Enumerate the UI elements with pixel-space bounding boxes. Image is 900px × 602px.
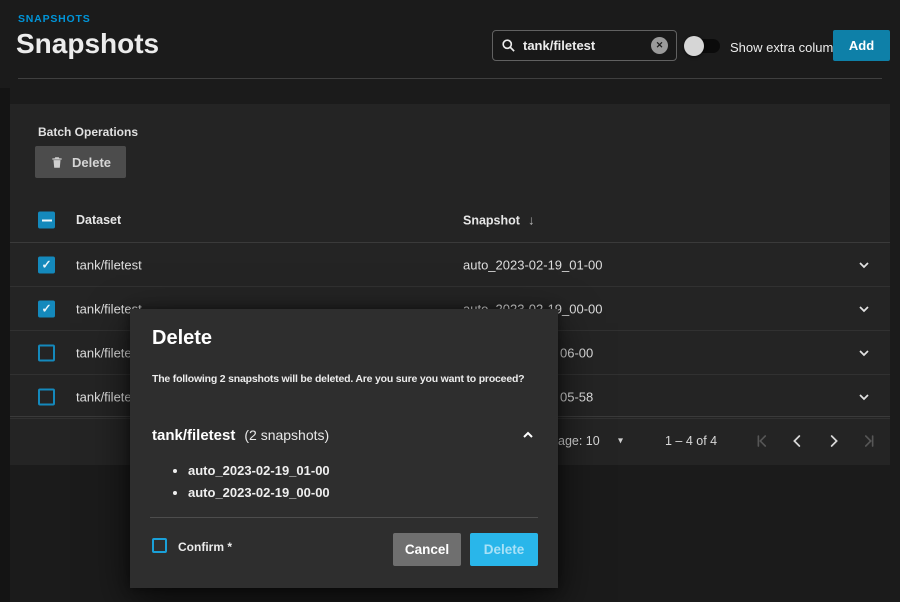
- table-row[interactable]: ✓ tank/filetest auto_2023-02-19_01-00: [10, 243, 890, 287]
- paginator-range-label: 1 – 4 of 4: [665, 434, 717, 448]
- toggle-thumb[interactable]: [684, 36, 704, 56]
- chevron-up-icon[interactable]: [520, 427, 536, 443]
- column-header-dataset[interactable]: Dataset: [76, 213, 121, 227]
- items-per-page-label: age: 10: [558, 434, 600, 448]
- trash-icon: [50, 155, 64, 170]
- column-header-snapshot[interactable]: Snapshot ↓: [463, 213, 534, 228]
- select-all-checkbox[interactable]: [38, 212, 55, 229]
- show-extra-columns-label: Show extra columns: [730, 40, 847, 55]
- left-edge-strip: [0, 88, 10, 602]
- chevron-down-icon[interactable]: [856, 257, 872, 273]
- check-icon: ✓: [41, 303, 51, 315]
- breadcrumb[interactable]: SNAPSHOTS: [18, 13, 91, 25]
- snapshot-list-item: auto_2023-02-19_00-00: [188, 482, 330, 504]
- search-box[interactable]: ✕: [492, 30, 677, 61]
- page-title: Snapshots: [16, 28, 159, 60]
- items-per-page-caret-icon[interactable]: ▾: [618, 436, 623, 447]
- cancel-button[interactable]: Cancel: [393, 533, 461, 566]
- chevron-down-icon[interactable]: [856, 301, 872, 317]
- snapshot-list: auto_2023-02-19_01-00 auto_2023-02-19_00…: [188, 460, 330, 504]
- row-checkbox[interactable]: ✓: [38, 256, 55, 273]
- dataset-cell: tank/filetest: [76, 257, 142, 272]
- chevron-down-icon[interactable]: [856, 389, 872, 405]
- search-icon: [501, 38, 516, 53]
- delete-dialog: Delete The following 2 snapshots will be…: [130, 309, 558, 588]
- snapshot-cell: auto_2023-02-19_01-00: [463, 257, 603, 272]
- row-checkbox[interactable]: ✓: [38, 300, 55, 317]
- delete-button[interactable]: Delete: [470, 533, 538, 566]
- last-page-button[interactable]: [862, 434, 877, 449]
- next-page-button[interactable]: [826, 434, 841, 449]
- check-icon: ✓: [41, 259, 51, 271]
- batch-delete-label: Delete: [72, 155, 111, 170]
- batch-delete-button[interactable]: Delete: [35, 146, 126, 178]
- sort-descending-icon[interactable]: ↓: [528, 213, 535, 228]
- row-checkbox[interactable]: [38, 388, 55, 405]
- chevron-down-icon[interactable]: [856, 345, 872, 361]
- confirm-label: Confirm *: [178, 540, 232, 554]
- dataset-group-expander[interactable]: tank/filetest (2 snapshots): [152, 422, 536, 448]
- snapshot-cell: 06-00: [560, 345, 593, 360]
- group-snapshot-count: (2 snapshots): [244, 427, 329, 443]
- snapshot-list-item: auto_2023-02-19_01-00: [188, 460, 330, 482]
- row-checkbox[interactable]: [38, 344, 55, 361]
- group-dataset-name: tank/filetest: [152, 427, 235, 444]
- clear-search-icon[interactable]: ✕: [651, 37, 668, 54]
- show-extra-columns-toggle[interactable]: [684, 36, 722, 56]
- snapshot-cell: 05-58: [560, 389, 593, 404]
- dialog-message: The following 2 snapshots will be delete…: [152, 373, 524, 385]
- confirm-checkbox[interactable]: [152, 538, 167, 553]
- column-header-snapshot-label: Snapshot: [463, 213, 520, 227]
- dialog-title: Delete: [152, 327, 212, 350]
- dialog-divider: [150, 517, 538, 518]
- indeterminate-mark: [42, 219, 52, 221]
- add-button[interactable]: Add: [833, 30, 890, 61]
- previous-page-button[interactable]: [790, 434, 805, 449]
- batch-operations-label: Batch Operations: [38, 125, 138, 139]
- first-page-button[interactable]: [754, 434, 769, 449]
- table-header-row: Dataset Snapshot ↓: [10, 198, 890, 243]
- search-input[interactable]: [523, 38, 644, 53]
- header-divider: [18, 78, 882, 79]
